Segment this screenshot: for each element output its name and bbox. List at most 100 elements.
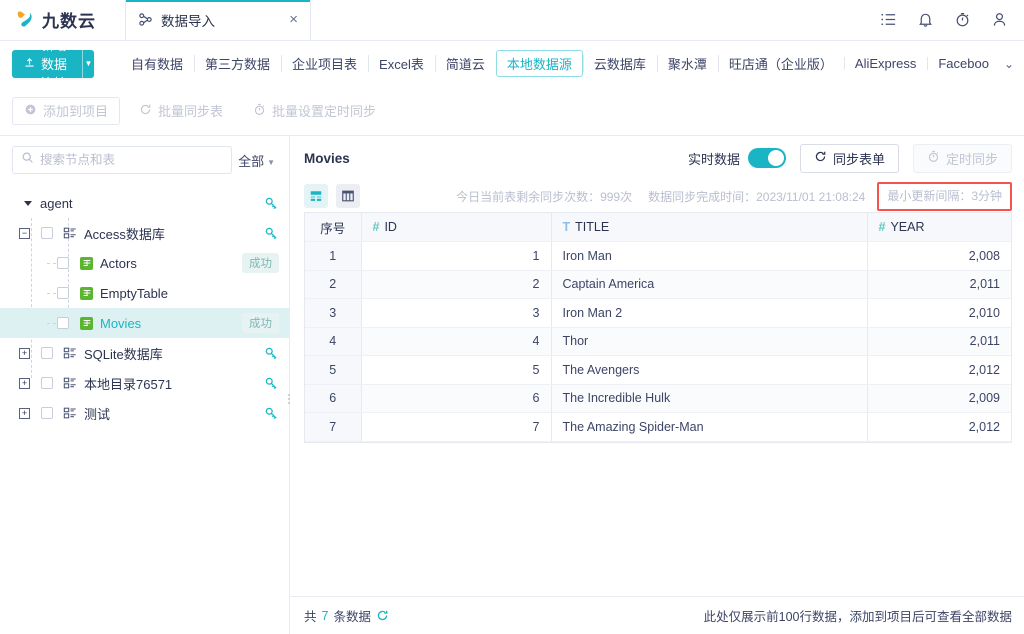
timer-icon[interactable] (954, 11, 971, 28)
category-tabs: 自有数据 第三方数据 企业项目表 Excel表 简道云 本地数据源 云数据库 聚… (120, 50, 1024, 77)
tree-node-label: Movies (100, 316, 141, 331)
table-body: 1 1 Iron Man 2,008 2 2 Captain America 2… (305, 242, 1011, 442)
tab-jiandaoyun[interactable]: 简道云 (435, 50, 496, 77)
brand-name: 九数云 (42, 7, 96, 32)
tree-node-checkbox[interactable] (41, 227, 53, 239)
tree-node-checkbox[interactable] (41, 377, 53, 389)
sync-completed-time: 数据同步完成时间：2023/11/01 21:08:24 (648, 188, 865, 205)
data-table: 序号 #ID TTITLE #YEAR 1 (305, 213, 1011, 442)
tree-node-label: Actors (100, 256, 137, 271)
tab-aliexpress[interactable]: AliExpress (844, 52, 927, 75)
tree-node-movies[interactable]: Movies 成功 (0, 308, 289, 338)
main-header: Movies 实时数据 同步表单 定时同步 (290, 136, 1024, 180)
tab-data-import[interactable]: 数据导入 × (125, 0, 311, 40)
tab-excel[interactable]: Excel表 (368, 50, 435, 77)
tab-facebook[interactable]: Faceboo (927, 52, 1000, 75)
tree-node-checkbox[interactable] (57, 287, 69, 299)
new-connection-main[interactable]: 新增数据连接 (12, 50, 82, 78)
filter-all-dropdown[interactable]: 全部 ▼ (238, 151, 279, 170)
add-to-project-button[interactable]: 添加到项目 (12, 97, 120, 125)
sync-form-label: 同步表单 (833, 149, 885, 168)
number-type-icon: # (373, 220, 380, 234)
tree-node-local-dir[interactable]: + 本地目录76571 (0, 368, 289, 398)
total-prefix: 共 (304, 606, 317, 625)
table-row[interactable]: 2 2 Captain America 2,011 (305, 270, 1011, 299)
table-row[interactable]: 1 1 Iron Man 2,008 (305, 242, 1011, 271)
key-icon[interactable] (264, 406, 279, 421)
chevron-down-icon[interactable]: ▼ (83, 50, 94, 78)
table-row[interactable]: 3 3 Iron Man 2 2,010 (305, 299, 1011, 328)
tab-cloud-db[interactable]: 云数据库 (583, 50, 657, 77)
tree-node-emptytable[interactable]: EmptyTable (0, 278, 289, 308)
tree-guide-line (47, 263, 56, 264)
tab-enterprise-project[interactable]: 企业项目表 (281, 50, 368, 77)
scheduled-sync-button[interactable]: 定时同步 (913, 144, 1012, 173)
app-root: 九数云 数据导入 × (0, 0, 1024, 634)
cell-id: 5 (361, 356, 551, 385)
tree-node-label: EmptyTable (100, 286, 168, 301)
flow-icon (138, 12, 153, 27)
bell-icon[interactable] (917, 11, 934, 28)
tree-node-access-db[interactable]: − Access数据库 (0, 218, 289, 248)
logo-icon (14, 9, 36, 31)
cell-index: 3 (305, 299, 361, 328)
tree-node-checkbox[interactable] (57, 317, 69, 329)
close-icon[interactable]: × (289, 12, 298, 27)
list-icon[interactable] (880, 11, 897, 28)
table-row[interactable]: 6 6 The Incredible Hulk 2,009 (305, 384, 1011, 413)
table-row[interactable]: 5 5 The Avengers 2,012 (305, 356, 1011, 385)
card-view-icon[interactable] (304, 184, 328, 208)
cell-title: Iron Man 2 (551, 299, 867, 328)
tab-third-party[interactable]: 第三方数据 (194, 50, 281, 77)
tree-node-label: Access数据库 (84, 224, 165, 243)
key-icon[interactable] (264, 376, 279, 391)
tree-guide-line (47, 293, 56, 294)
cell-title: Thor (551, 327, 867, 356)
new-connection-button[interactable]: 新增数据连接 ▼ (12, 50, 94, 78)
tree-node-test[interactable]: + 测试 (0, 398, 289, 428)
batch-sync-button[interactable]: 批量同步表 (128, 97, 234, 125)
expand-toggle-icon[interactable]: + (19, 408, 30, 419)
cell-index: 6 (305, 384, 361, 413)
tree-node-agent[interactable]: agent (0, 188, 289, 218)
batch-schedule-button[interactable]: 批量设置定时同步 (242, 97, 387, 125)
key-icon[interactable] (264, 226, 279, 241)
realtime-toggle[interactable] (748, 148, 786, 168)
cell-index: 4 (305, 327, 361, 356)
expand-toggle-icon[interactable]: + (19, 348, 30, 359)
column-header-title[interactable]: TTITLE (551, 213, 867, 242)
table-head: 序号 #ID TTITLE #YEAR (305, 213, 1011, 242)
table-row[interactable]: 4 4 Thor 2,011 (305, 327, 1011, 356)
caret-down-icon[interactable] (22, 198, 33, 209)
tree-node-actors[interactable]: Actors 成功 (0, 248, 289, 278)
search-input[interactable] (40, 153, 223, 167)
column-header-index[interactable]: 序号 (305, 213, 361, 242)
tab-own-data[interactable]: 自有数据 (120, 50, 194, 77)
cell-title: The Avengers (551, 356, 867, 385)
tab-local-datasource[interactable]: 本地数据源 (496, 50, 583, 77)
grid-view-icon[interactable] (336, 184, 360, 208)
key-icon[interactable] (264, 196, 279, 211)
chevron-double-down-icon[interactable]: ⌄ (1000, 57, 1024, 71)
tree-node-checkbox[interactable] (41, 407, 53, 419)
user-icon[interactable] (991, 11, 1008, 28)
collapse-toggle-icon[interactable]: − (19, 228, 30, 239)
table-header-row: 序号 #ID TTITLE #YEAR (305, 213, 1011, 242)
info-row: 今日当前表剩余同步次数：999次 数据同步完成时间：2023/11/01 21:… (290, 180, 1024, 212)
table-row[interactable]: 7 7 The Amazing Spider-Man 2,012 (305, 413, 1011, 442)
sync-form-button[interactable]: 同步表单 (800, 144, 899, 173)
tab-wangdiantong[interactable]: 旺店通（企业版） (718, 50, 844, 77)
column-header-id[interactable]: #ID (361, 213, 551, 242)
expand-toggle-icon[interactable]: + (19, 378, 30, 389)
column-header-year[interactable]: #YEAR (867, 213, 1011, 242)
action-row: 新增数据连接 ▼ 自有数据 第三方数据 企业项目表 Excel表 简道云 本地数… (0, 41, 1024, 86)
tree-node-checkbox[interactable] (41, 347, 53, 359)
tree-node-checkbox[interactable] (57, 257, 69, 269)
refresh-icon[interactable] (376, 609, 389, 622)
key-icon[interactable] (264, 346, 279, 361)
search-box[interactable] (12, 146, 232, 174)
cell-id: 7 (361, 413, 551, 442)
tab-jushuitan[interactable]: 聚水潭 (657, 50, 718, 77)
tree-node-sqlite-db[interactable]: + SQLite数据库 (0, 338, 289, 368)
column-header-label: YEAR (890, 220, 924, 234)
